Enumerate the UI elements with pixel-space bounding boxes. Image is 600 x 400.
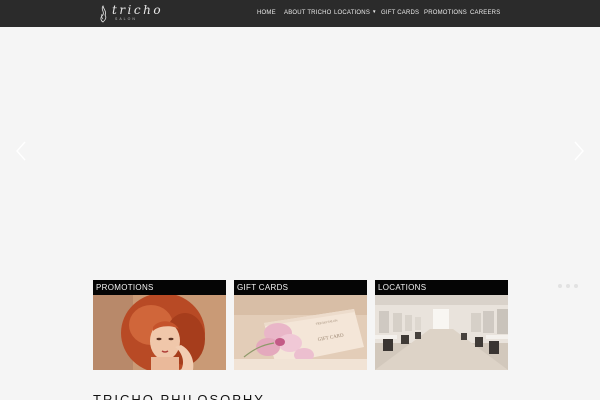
nav-item-home[interactable]: HOME: [257, 10, 276, 16]
card-gift-cards-title: GIFT CARDS: [234, 280, 367, 295]
brand-tagline: SALON: [115, 17, 137, 21]
card-locations[interactable]: LOCATIONS: [375, 280, 508, 370]
top-navbar: tricho SALON HOME ABOUT TRICHO LOCATIONS…: [0, 0, 600, 27]
brand-name: tricho: [112, 3, 164, 17]
slider-next-button[interactable]: [572, 140, 586, 162]
hero-slider: [0, 27, 600, 277]
slider-dot-1[interactable]: [558, 284, 562, 288]
section-title-philosophy: TRICHO PHILOSOPHY: [93, 392, 265, 400]
brand-logo[interactable]: tricho SALON: [98, 3, 170, 25]
orchid-gift-card-photo: GIFT CARD TRICHO SALON: [234, 295, 367, 370]
chevron-left-icon: [16, 141, 26, 161]
card-promotions-title: PROMOTIONS: [93, 280, 226, 295]
red-haired-woman-photo: [93, 295, 226, 370]
slider-dot-3[interactable]: [574, 284, 578, 288]
chevron-right-icon: [574, 141, 584, 161]
flame-logo-icon: [100, 5, 107, 23]
salon-interior-photo: [375, 295, 508, 370]
card-locations-title: LOCATIONS: [375, 280, 508, 295]
slider-dot-2[interactable]: [566, 284, 570, 288]
nav-item-about[interactable]: ABOUT TRICHO: [284, 10, 332, 16]
nav-item-locations-label: LOCATIONS: [334, 10, 371, 16]
slider-prev-button[interactable]: [14, 140, 28, 162]
card-promotions[interactable]: PROMOTIONS: [93, 280, 226, 370]
caret-down-icon: ▼: [372, 9, 377, 14]
nav-item-locations[interactable]: LOCATIONS ▼: [334, 9, 377, 16]
card-gift-cards[interactable]: GIFT CARDS GIFT CARD TRICHO SALON: [234, 280, 367, 370]
nav-item-promotions[interactable]: PROMOTIONS: [424, 10, 467, 16]
nav-item-gift-cards[interactable]: GIFT CARDS: [381, 10, 419, 16]
nav-item-careers[interactable]: CAREERS: [470, 10, 500, 16]
